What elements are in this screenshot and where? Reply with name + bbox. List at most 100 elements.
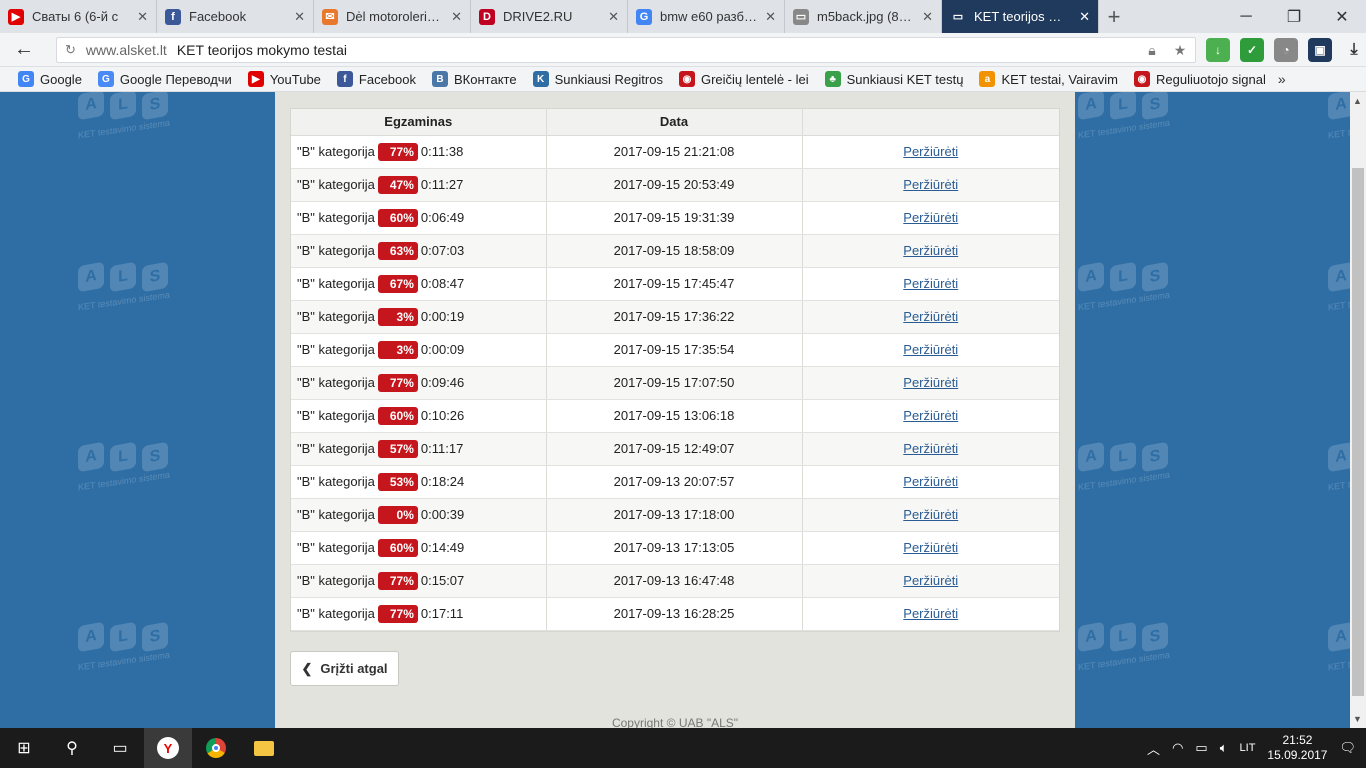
- clock-date: 15.09.2017: [1267, 748, 1328, 762]
- tab-5[interactable]: ▭ m5back.jpg (800×58 ✕: [785, 0, 942, 33]
- back-arrow-icon[interactable]: ←: [0, 33, 48, 67]
- close-icon[interactable]: ✕: [451, 9, 462, 25]
- table-row: "B" kategorija 67% 0:08:47 2017-09-15 17:45…: [291, 267, 1059, 301]
- tray-chevron-icon[interactable]: ︿: [1147, 739, 1160, 758]
- close-icon[interactable]: ✕: [137, 9, 148, 25]
- chrome-icon[interactable]: [192, 728, 240, 768]
- scroll-up-icon[interactable]: ▲: [1353, 96, 1362, 106]
- score-badge: 0%: [377, 505, 418, 524]
- bookmark-0[interactable]: G Google: [10, 71, 90, 87]
- reload-icon[interactable]: ↻: [65, 42, 76, 58]
- scrollbar-thumb[interactable]: [1352, 168, 1364, 696]
- battery-icon[interactable]: ▭: [1195, 740, 1207, 756]
- als-watermark: ALSKET testavimo sistema: [1078, 261, 1198, 334]
- back-button[interactable]: ❮ Grįžti atgal: [290, 651, 399, 686]
- drive2-icon: D: [479, 8, 495, 25]
- bookmark-5[interactable]: K Sunkiausi Regitros: [525, 71, 671, 87]
- network-icon[interactable]: ◠: [1172, 740, 1183, 756]
- bookmark-4[interactable]: В ВКонтакте: [424, 71, 525, 87]
- action-cell: Peržiūrėti: [802, 300, 1059, 334]
- new-tab-button[interactable]: +: [1099, 0, 1129, 33]
- bookmark-8[interactable]: a KET testai, Vairavim: [971, 71, 1126, 87]
- action-cell: Peržiūrėti: [802, 333, 1059, 367]
- lock-icon[interactable]: 🔒︎: [1143, 41, 1161, 59]
- download-extension-icon[interactable]: ↓: [1206, 38, 1230, 62]
- view-link[interactable]: Peržiūrėti: [903, 408, 958, 423]
- view-link[interactable]: Peržiūrėti: [903, 210, 958, 225]
- view-link[interactable]: Peržiūrėti: [903, 606, 958, 621]
- tab-6[interactable]: ▭ KET teorijos moky ✕: [942, 0, 1099, 33]
- yandex-browser-icon[interactable]: Y: [144, 728, 192, 768]
- bookmark-list: G Google G Google Переводчи ▶ YouTube f Faceboo…: [10, 71, 1274, 87]
- view-link[interactable]: Peržiūrėti: [903, 144, 958, 159]
- close-window-button[interactable]: ✕: [1318, 0, 1366, 33]
- close-icon[interactable]: ✕: [765, 9, 776, 25]
- tab-1[interactable]: f Facebook ✕: [157, 0, 314, 33]
- close-icon[interactable]: ✕: [922, 9, 933, 25]
- restore-button[interactable]: ❐: [1270, 0, 1318, 33]
- tab-4[interactable]: Gbmw e60 разбитая - ✕: [628, 0, 785, 33]
- view-link[interactable]: Peržiūrėti: [903, 540, 958, 555]
- extension-icon[interactable]: ▣: [1308, 38, 1332, 62]
- tab-label: bmw e60 разбитая -: [660, 9, 758, 24]
- bookmark-9[interactable]: ◉ Reguliuotojo signal: [1126, 71, 1274, 87]
- exam-cell: "B" kategorija 63% 0:07:03: [291, 234, 547, 268]
- close-icon[interactable]: ✕: [608, 9, 619, 25]
- watermark-letter: S: [1142, 261, 1168, 293]
- view-link[interactable]: Peržiūrėti: [903, 342, 958, 357]
- view-link[interactable]: Peržiūrėti: [903, 573, 958, 588]
- bookmark-1[interactable]: G Google Переводчи: [90, 71, 240, 87]
- view-link[interactable]: Peržiūrėti: [903, 441, 958, 456]
- search-icon[interactable]: ⚲: [48, 728, 96, 768]
- close-icon[interactable]: ✕: [294, 9, 305, 25]
- exam-cell: "B" kategorija 60% 0:10:26: [291, 399, 547, 433]
- download-icon[interactable]: ⤓: [1342, 38, 1366, 62]
- view-link[interactable]: Peržiūrėti: [903, 375, 958, 390]
- view-link[interactable]: Peržiūrėti: [903, 276, 958, 291]
- shield-icon[interactable]: ✓: [1240, 38, 1264, 62]
- task-view-icon[interactable]: ▭: [96, 728, 144, 768]
- bookmark-6[interactable]: ◉ Greičių lentelė - lei: [671, 71, 817, 87]
- star-icon[interactable]: ★: [1171, 41, 1189, 59]
- windows-start-icon[interactable]: ⊞: [0, 728, 48, 768]
- view-link[interactable]: Peržiūrėti: [903, 309, 958, 324]
- scrollbar[interactable]: ▲ ▼: [1350, 92, 1366, 728]
- exam-cell: "B" kategorija 3% 0:00:09: [291, 333, 547, 367]
- turbo-icon[interactable]: ◔: [1274, 38, 1298, 62]
- scroll-down-icon[interactable]: ▼: [1353, 714, 1362, 724]
- tab-label: Dėl motorolerio teisi: [346, 9, 443, 24]
- language-indicator[interactable]: LIT: [1240, 742, 1256, 754]
- tab-3[interactable]: D DRIVE2.RU ✕: [471, 0, 628, 33]
- table-row: "B" kategorija 77% 0:09:46 2017-09-15 17:07…: [291, 366, 1059, 400]
- file-explorer-icon[interactable]: [240, 728, 288, 768]
- date-cell: 2017-09-13 17:18:00: [546, 498, 803, 532]
- clock[interactable]: 21:52 15.09.2017: [1267, 733, 1327, 763]
- bookmark-favicon-icon: K: [532, 71, 549, 87]
- system-tray: ︿ ◠ ▭ 🔈︎ LIT 21:52 15.09.2017 🗨︎: [1147, 728, 1366, 768]
- close-icon[interactable]: ✕: [1079, 9, 1090, 25]
- tab-2[interactable]: ✉ Dėl motorolerio teisi ✕: [314, 0, 471, 33]
- view-link[interactable]: Peržiūrėti: [903, 177, 958, 192]
- exam-cell: "B" kategorija 77% 0:17:11: [291, 597, 547, 631]
- bookmarks-more-icon[interactable]: »: [1274, 71, 1286, 87]
- notifications-icon[interactable]: 🗨︎: [1339, 740, 1356, 756]
- omnibox[interactable]: ↻ www.alsket.lt KET teorijos mokymo test…: [56, 37, 1196, 63]
- bookmark-3[interactable]: f Facebook: [329, 71, 424, 87]
- als-watermark: ALSKET testavimo sistema: [1328, 621, 1350, 694]
- volume-icon[interactable]: 🔈︎: [1220, 740, 1228, 756]
- watermark-letter: L: [1110, 92, 1136, 121]
- bookmark-2[interactable]: ▶ YouTube: [240, 71, 329, 87]
- view-link[interactable]: Peržiūrėti: [903, 507, 958, 522]
- copyright: Copyright © UAB "ALS": [611, 716, 739, 728]
- date-cell: 2017-09-15 17:35:54: [546, 333, 803, 367]
- main-content: Egzaminas Data "B" kategorija 77% 0:11:38 2…: [275, 92, 1075, 728]
- chevron-left-icon: ❮: [301, 660, 313, 676]
- bookmark-favicon-icon: ◉: [1134, 71, 1150, 87]
- score-badge: 60%: [377, 208, 418, 227]
- tab-0[interactable]: ▶ Сваты 6 (6-й с ✕: [0, 0, 157, 33]
- view-link[interactable]: Peržiūrėti: [903, 243, 958, 258]
- view-link[interactable]: Peržiūrėti: [903, 474, 958, 489]
- bookmark-7[interactable]: ♣ Sunkiausi KET testų: [817, 71, 972, 87]
- date-cell: 2017-09-13 17:13:05: [546, 531, 803, 565]
- minimize-button[interactable]: ─: [1222, 0, 1270, 33]
